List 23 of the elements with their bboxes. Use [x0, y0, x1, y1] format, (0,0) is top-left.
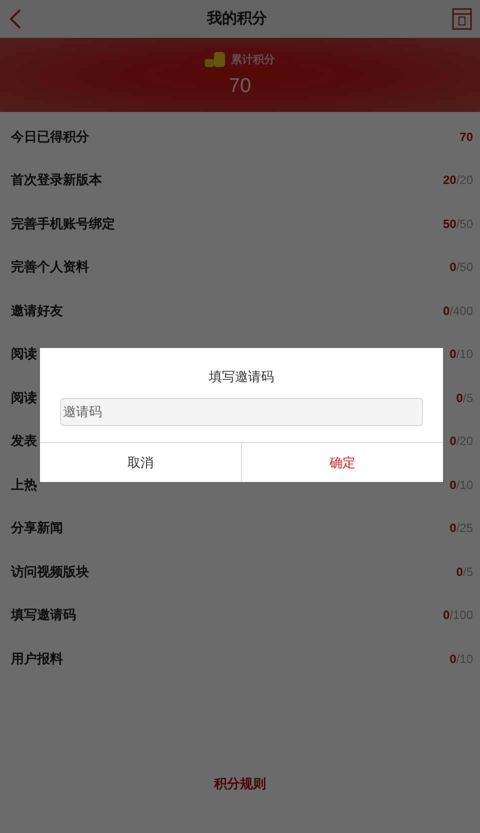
page-title: 我的积分 — [207, 9, 267, 28]
coins-icon — [205, 52, 225, 67]
task-label: 上热 — [11, 476, 37, 494]
back-icon[interactable] — [8, 8, 22, 30]
task-label: 今日已得积分 — [11, 128, 89, 146]
task-label: 用户报料 — [11, 650, 63, 668]
task-label: 完善手机账号绑定 — [11, 216, 115, 233]
task-label: 邀请好友 — [11, 302, 63, 320]
task-label: 阅读 — [11, 346, 37, 364]
dialog-title: 填写邀请码 — [208, 369, 275, 387]
task-label: 填写邀请码 — [11, 607, 76, 624]
calendar-icon[interactable] — [452, 8, 472, 30]
task-label: 阅读 — [11, 390, 37, 407]
task-points: 70 — [460, 130, 473, 144]
total-points-label: 累计积分 — [231, 52, 275, 67]
task-label: 首次登录新版本 — [11, 172, 102, 190]
points-rules-link[interactable]: 积分规则 — [214, 775, 266, 793]
task-label: 分享新闻 — [11, 520, 63, 538]
task-label: 访问视频版块 — [11, 564, 89, 581]
task-label: 发表 — [11, 433, 37, 450]
invite-code-field[interactable]: 邀请码 — [60, 398, 423, 426]
total-points-value: 70 — [228, 75, 252, 98]
task-label: 完善个人资料 — [11, 258, 89, 276]
